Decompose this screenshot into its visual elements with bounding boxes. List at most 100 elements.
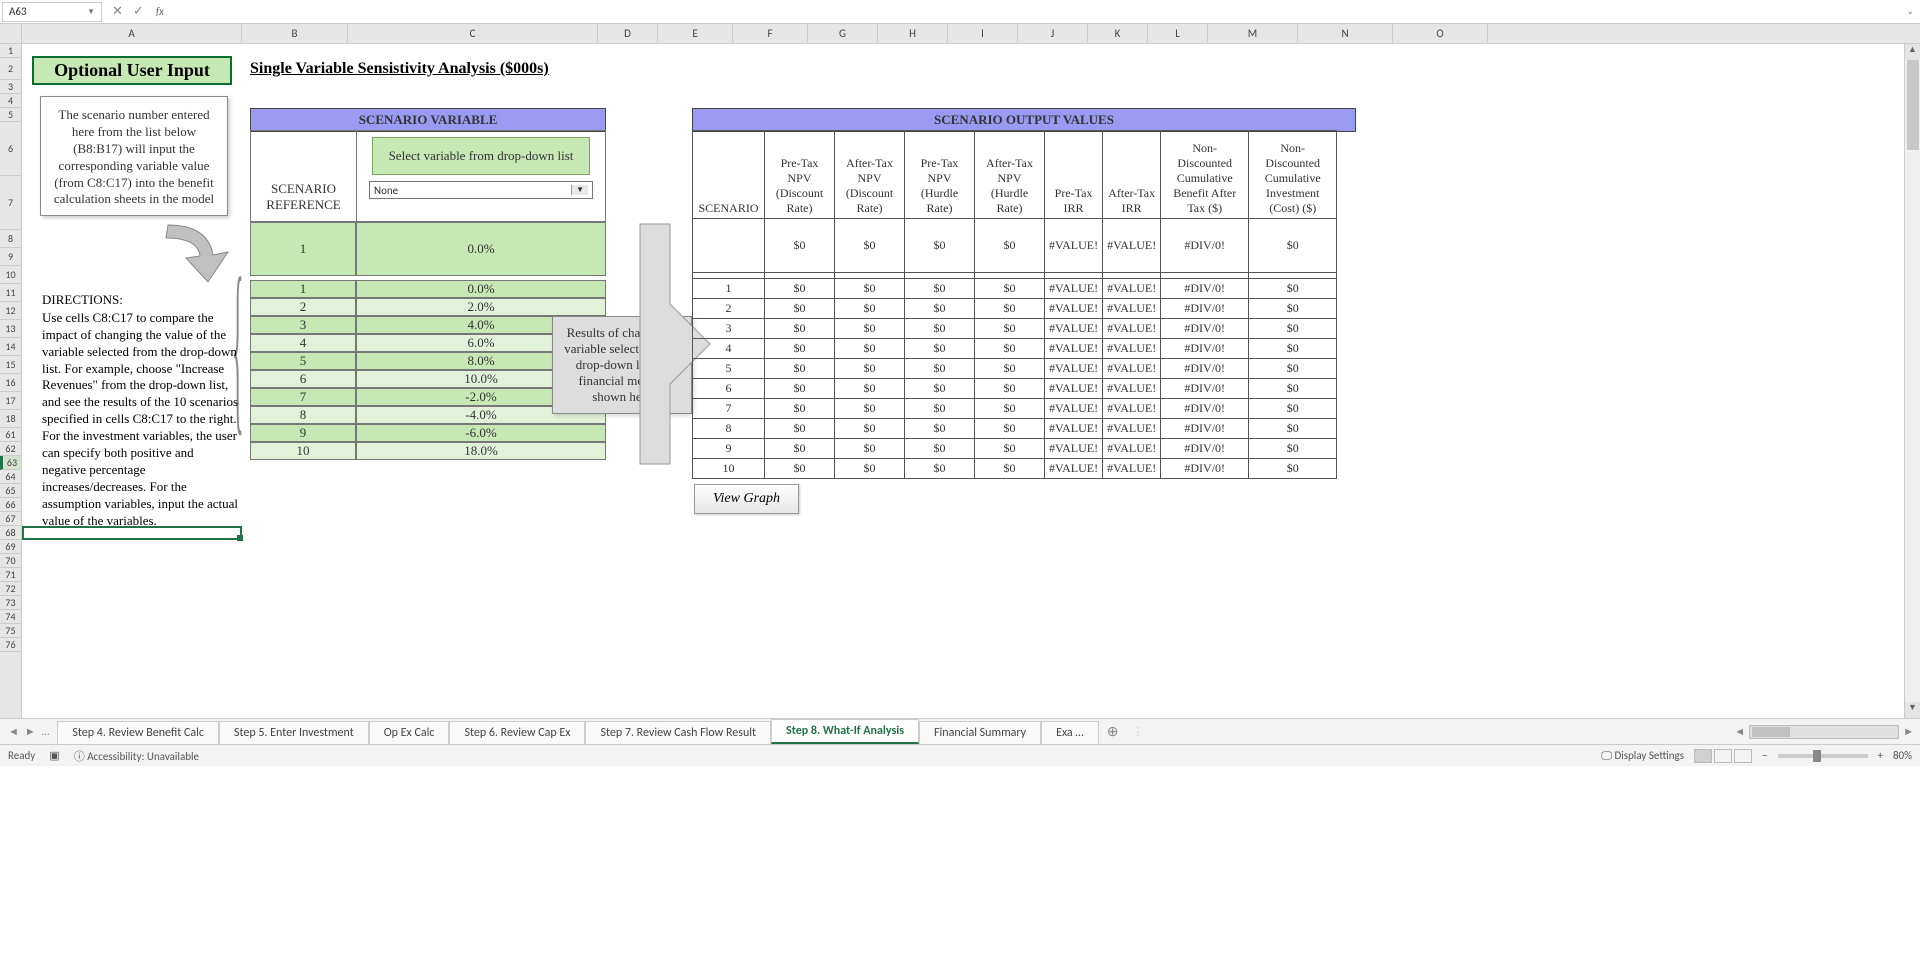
accessibility-status[interactable]: ⓘ Accessibility: Unavailable (74, 748, 199, 764)
new-sheet-button[interactable]: ⊕ (1099, 723, 1127, 740)
sheet-tab[interactable]: Step 8. What-If Analysis (771, 719, 919, 744)
dropdown-arrow-icon[interactable]: ▼ (571, 185, 588, 195)
col-header-M[interactable]: M (1208, 24, 1298, 43)
sheet-tab[interactable]: Op Ex Calc (369, 721, 450, 744)
row-header-75[interactable]: 75 (0, 624, 21, 638)
row-header-64[interactable]: 64 (0, 470, 21, 484)
formula-bar-expand-icon[interactable]: ⌄ (1906, 6, 1914, 17)
row-header-73[interactable]: 73 (0, 596, 21, 610)
hscroll-left-icon[interactable]: ◄ (1734, 725, 1745, 738)
col-header-N[interactable]: N (1298, 24, 1393, 43)
scenario-num[interactable]: 9 (250, 424, 356, 442)
row-header-61[interactable]: 61 (0, 428, 21, 442)
scenario-num[interactable]: 1 (250, 280, 356, 298)
tab-nav-more-icon[interactable]: … (42, 725, 50, 738)
row-header-16[interactable]: 16 (0, 374, 21, 392)
row-header-68[interactable]: 68 (0, 526, 21, 540)
row-header-76[interactable]: 76 (0, 638, 21, 652)
tab-nav-prev-icon[interactable]: ◄ (8, 725, 19, 738)
zoom-slider-thumb[interactable] (1813, 750, 1821, 762)
row-header-4[interactable]: 4 (0, 94, 21, 108)
row-header-71[interactable]: 71 (0, 568, 21, 582)
sheet-tab[interactable]: Step 5. Enter Investment (219, 721, 369, 744)
sheet-tab[interactable]: Step 7. Review Cash Flow Result (585, 721, 771, 744)
scenario-num[interactable]: 3 (250, 316, 356, 334)
row-header-65[interactable]: 65 (0, 484, 21, 498)
col-header-I[interactable]: I (948, 24, 1018, 43)
display-settings-button[interactable]: 🖵 Display Settings (1601, 749, 1684, 763)
row-header-74[interactable]: 74 (0, 610, 21, 624)
col-header-D[interactable]: D (598, 24, 658, 43)
col-header-L[interactable]: L (1148, 24, 1208, 43)
macro-record-icon[interactable]: ▣ (49, 749, 59, 762)
row-header-17[interactable]: 17 (0, 392, 21, 410)
col-header-B[interactable]: B (242, 24, 348, 43)
scroll-up-icon[interactable]: ▲ (1905, 44, 1920, 60)
scenario-big-pct[interactable]: 0.0% (356, 222, 606, 276)
name-box[interactable]: A63 ▼ (2, 2, 102, 22)
row-header-10[interactable]: 10 (0, 266, 21, 284)
row-header-1[interactable]: 1 (0, 44, 21, 58)
row-header-11[interactable]: 11 (0, 284, 21, 302)
col-header-O[interactable]: O (1393, 24, 1488, 43)
page-layout-view-button[interactable] (1714, 749, 1732, 763)
col-header-K[interactable]: K (1088, 24, 1148, 43)
col-header-G[interactable]: G (808, 24, 878, 43)
page-break-view-button[interactable] (1734, 749, 1752, 763)
row-header-67[interactable]: 67 (0, 512, 21, 526)
row-header-13[interactable]: 13 (0, 320, 21, 338)
hscroll-thumb[interactable] (1752, 727, 1790, 737)
row-header-14[interactable]: 14 (0, 338, 21, 356)
col-header-E[interactable]: E (658, 24, 733, 43)
scenario-num[interactable]: 5 (250, 352, 356, 370)
variable-dropdown[interactable]: None ▼ (369, 181, 593, 199)
scenario-pct[interactable]: 0.0% (356, 280, 606, 298)
tab-nav-next-icon[interactable]: ► (25, 725, 36, 738)
sheet-tab[interactable]: Step 4. Review Benefit Calc (57, 721, 219, 744)
row-header-3[interactable]: 3 (0, 80, 21, 94)
sheet-tab[interactable]: Financial Summary (919, 721, 1041, 744)
enter-icon[interactable]: ✓ (133, 4, 144, 19)
scenario-num[interactable]: 10 (250, 442, 356, 460)
scenario-pct[interactable]: 2.0% (356, 298, 606, 316)
col-header-C[interactable]: C (348, 24, 598, 43)
row-header-9[interactable]: 9 (0, 248, 21, 266)
row-header-15[interactable]: 15 (0, 356, 21, 374)
scroll-track[interactable] (1905, 60, 1920, 702)
zoom-level[interactable]: 80% (1893, 749, 1912, 762)
scroll-down-icon[interactable]: ▼ (1905, 702, 1920, 718)
cancel-icon[interactable]: ✕ (112, 4, 123, 19)
col-header-J[interactable]: J (1018, 24, 1088, 43)
row-header-8[interactable]: 8 (0, 230, 21, 248)
view-graph-button[interactable]: View Graph (694, 484, 799, 514)
fx-label[interactable]: fx (156, 5, 164, 18)
hscroll-track[interactable] (1749, 725, 1899, 739)
scenario-pct[interactable]: -6.0% (356, 424, 606, 442)
row-header-63[interactable]: 63 (0, 456, 21, 470)
zoom-in-button[interactable]: + (1878, 749, 1883, 762)
zoom-slider[interactable] (1778, 754, 1868, 758)
scenario-num[interactable]: 6 (250, 370, 356, 388)
scenario-pct[interactable]: 18.0% (356, 442, 606, 460)
zoom-out-button[interactable]: − (1762, 749, 1767, 762)
row-header-70[interactable]: 70 (0, 554, 21, 568)
row-header-69[interactable]: 69 (0, 540, 21, 554)
row-header-6[interactable]: 6 (0, 122, 21, 176)
col-header-A[interactable]: A (22, 24, 242, 43)
row-header-62[interactable]: 62 (0, 442, 21, 456)
scenario-num[interactable]: 7 (250, 388, 356, 406)
row-header-5[interactable]: 5 (0, 108, 21, 122)
col-header-H[interactable]: H (878, 24, 948, 43)
vertical-scrollbar[interactable]: ▲ ▼ (1904, 44, 1920, 718)
grid[interactable]: Optional User Input The scenario number … (22, 44, 1920, 718)
select-all-corner[interactable] (0, 24, 22, 43)
hscroll-right-icon[interactable]: ► (1903, 725, 1914, 738)
normal-view-button[interactable] (1694, 749, 1712, 763)
row-header-2[interactable]: 2 (0, 58, 21, 80)
scenario-num[interactable]: 2 (250, 298, 356, 316)
horizontal-scroll[interactable]: ◄ ► (1734, 725, 1920, 739)
scenario-big-ref[interactable]: 1 (250, 222, 356, 276)
row-header-66[interactable]: 66 (0, 498, 21, 512)
scroll-thumb[interactable] (1907, 60, 1919, 150)
row-header-18[interactable]: 18 (0, 410, 21, 428)
